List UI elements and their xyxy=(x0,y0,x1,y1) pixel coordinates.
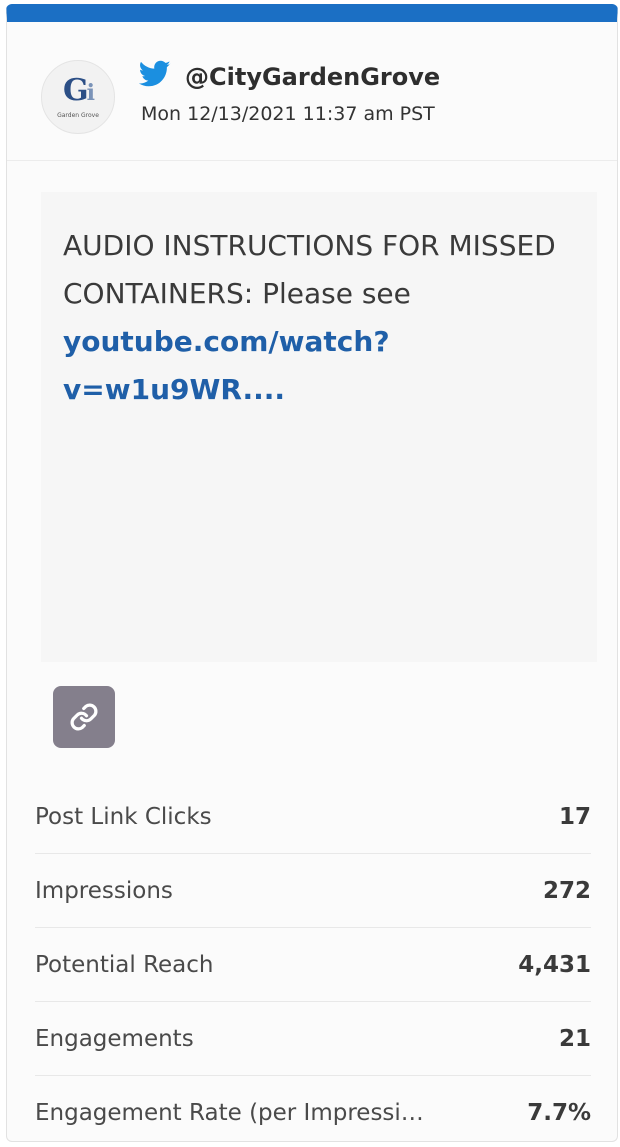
twitter-bird-icon xyxy=(139,60,171,87)
avatar[interactable]: Gi Garden Grove xyxy=(41,60,115,134)
avatar-caption: Garden Grove xyxy=(57,111,99,119)
stat-row-engagement-rate: Engagement Rate (per Impressi… 7.7% xyxy=(35,1076,591,1141)
stat-row-engagements: Engagements 21 xyxy=(35,1002,591,1076)
post-text: AUDIO INSTRUCTIONS FOR MISSED CONTAINERS… xyxy=(63,222,583,414)
stat-value: 7.7% xyxy=(527,1100,591,1126)
post-card: Gi Garden Grove @CityGardenGrove Mon 12/… xyxy=(6,4,618,1142)
link-chain-icon xyxy=(70,703,98,731)
stat-value: 21 xyxy=(558,1025,591,1052)
stat-label: Potential Reach xyxy=(35,951,214,978)
stat-label: Impressions xyxy=(35,877,173,904)
account-handle[interactable]: @CityGardenGrove xyxy=(185,60,440,94)
stat-row-link-clicks: Post Link Clicks 17 xyxy=(35,780,591,854)
open-link-button[interactable] xyxy=(53,686,115,748)
post-stats: Post Link Clicks 17 Impressions 272 Pote… xyxy=(35,780,591,1141)
stat-label: Post Link Clicks xyxy=(35,803,212,830)
city-logo: Gi xyxy=(63,72,95,108)
post-header: Gi Garden Grove @CityGardenGrove Mon 12/… xyxy=(7,22,617,161)
stat-row-impressions: Impressions 272 xyxy=(35,854,591,928)
stat-value: 17 xyxy=(558,803,591,830)
stat-value: 272 xyxy=(542,877,591,904)
post-link[interactable]: youtube.com/watch?v=w1u9WR.... xyxy=(63,325,390,406)
post-text-body: AUDIO INSTRUCTIONS FOR MISSED CONTAINERS… xyxy=(63,229,556,310)
stat-label: Engagement Rate (per Impressi… xyxy=(35,1100,424,1126)
post-timestamp: Mon 12/13/2021 11:37 am PST xyxy=(141,103,435,125)
stat-row-potential-reach: Potential Reach 4,431 xyxy=(35,928,591,1002)
stat-value: 4,431 xyxy=(518,951,591,978)
stat-label: Engagements xyxy=(35,1025,194,1052)
